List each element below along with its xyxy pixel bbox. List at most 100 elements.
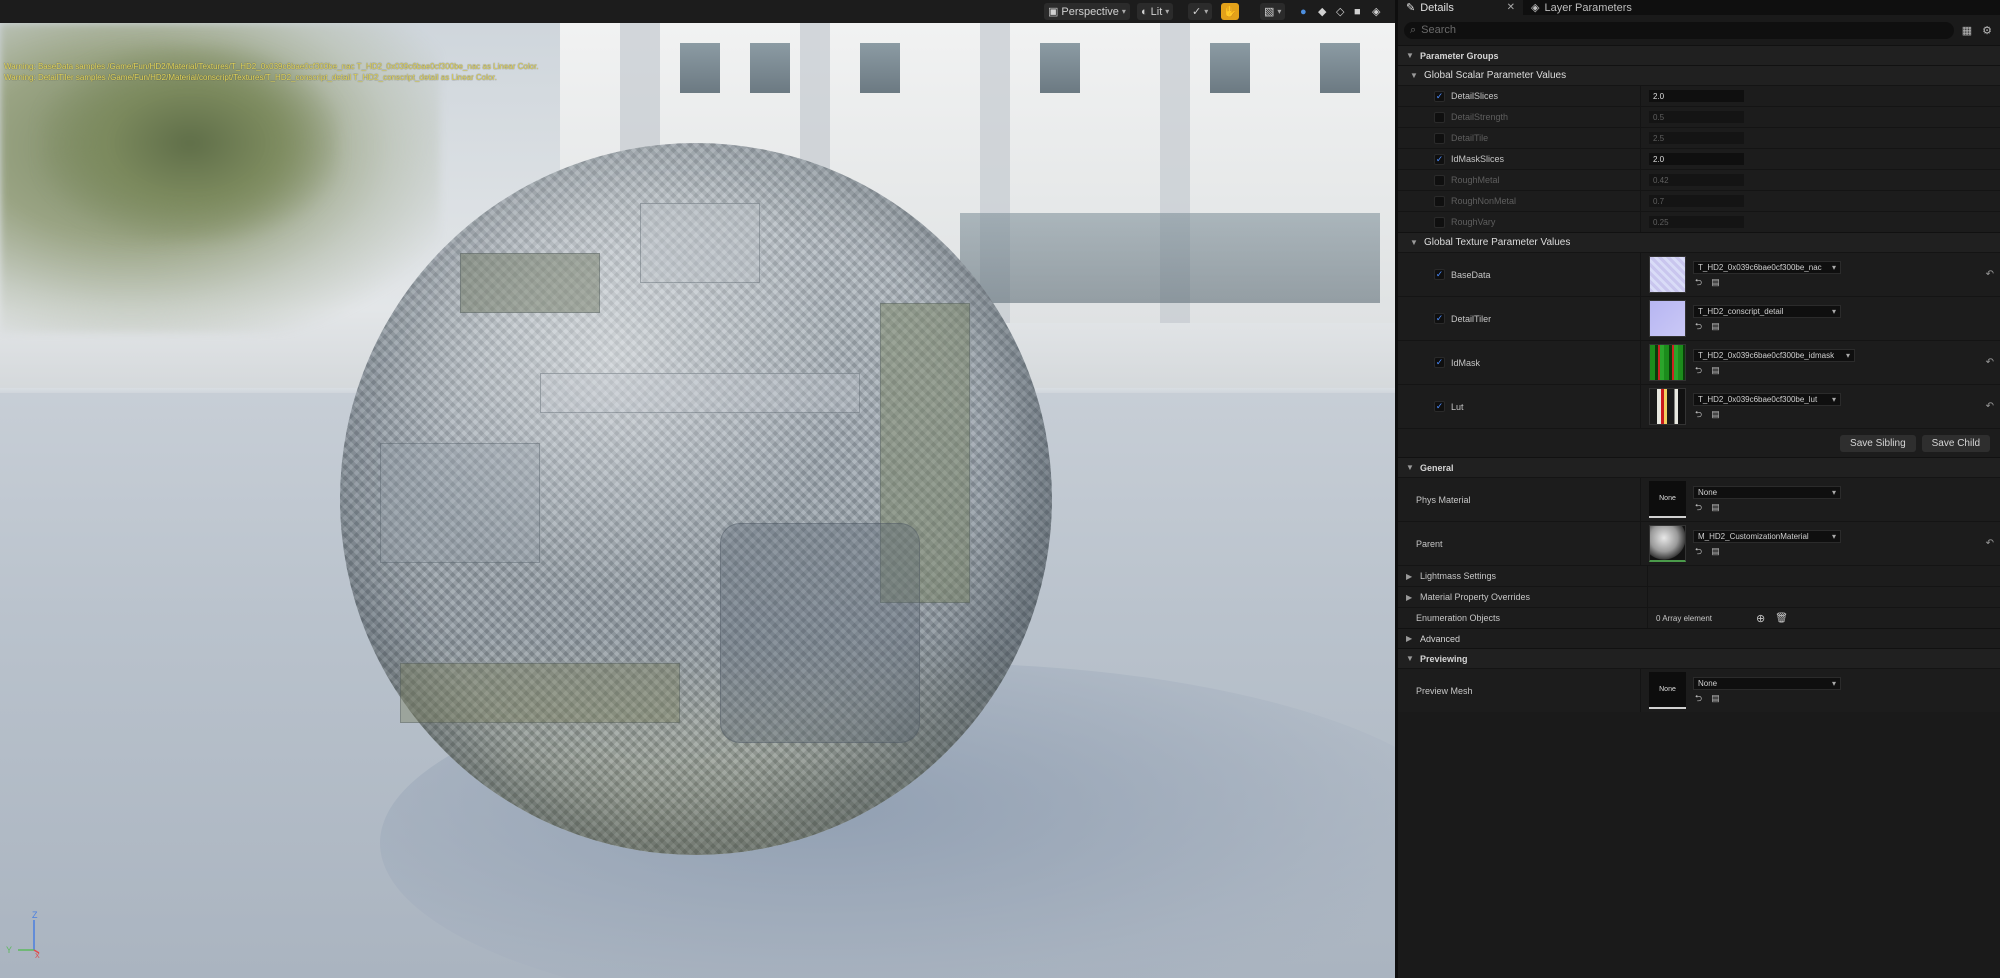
scalar-value-input[interactable]: 0.42 [1649,174,1744,186]
previewing-header[interactable]: ▼ Previewing [1398,648,2000,668]
search-row: ⌕ Search ▦ ⚙ [1398,19,2000,41]
enable-checkbox[interactable]: ✓ [1434,401,1445,412]
enumeration-value: 0 Array element [1656,613,1713,623]
general-header[interactable]: ▼ General [1398,457,2000,477]
scalar-value-input[interactable]: 0.7 [1649,195,1744,207]
param-name: DetailTile [1451,133,1489,143]
add-element-icon[interactable]: ⊕ [1756,612,1765,625]
asset-dropdown[interactable]: T_HD2_0x039c6bae0cf300be_lut ▾ [1693,393,1841,406]
search-input[interactable]: ⌕ Search [1404,21,1954,39]
preview-mesh-button[interactable]: ◈ [1368,3,1384,20]
pencil-icon: ✎ [1406,2,1416,14]
asset-dropdown[interactable]: T_HD2_0x039c6bae0cf300be_idmask ▾ [1693,349,1855,362]
enable-checkbox[interactable]: ✓ [1434,313,1445,324]
reset-to-default-icon[interactable]: ↶ [1986,269,1994,280]
enable-checkbox[interactable]: ✓ [1434,195,1445,207]
checkmark-icon: ✓ [1192,6,1202,18]
texture-thumbnail[interactable] [1649,388,1686,425]
texture-params-title: Global Texture Parameter Values [1424,237,1571,248]
cube-icon: ■ [1354,5,1361,18]
texture-thumbnail[interactable] [1649,300,1686,337]
texture-params-header[interactable]: ▼ Global Texture Parameter Values [1398,232,2000,252]
table-icon: ▦ [1961,24,1973,37]
scalar-value-input[interactable]: 2.0 [1649,153,1744,165]
reset-to-default-icon[interactable]: ↶ [1986,357,1994,368]
parent-material-thumbnail[interactable] [1649,525,1686,562]
collapse-triangle-icon: ▼ [1406,51,1414,60]
preview-background-dropdown[interactable]: ▧ ▾ [1260,3,1286,20]
texture-thumbnail[interactable] [1649,256,1686,293]
preview-cube-button[interactable]: ■ [1350,3,1365,20]
asset-dropdown[interactable]: T_HD2_conscript_detail ▾ [1693,305,1841,318]
viewport[interactable]: ▣ Perspective ▾ ◐ Lit ▾ ✓ ▾ ✋ ▧ ▾ ● ◆ ◇ [0,0,1395,978]
enable-checkbox[interactable]: ✓ [1434,111,1445,123]
show-flags-dropdown[interactable]: ✓ ▾ [1188,3,1213,20]
scalar-value-input[interactable]: 2.5 [1649,132,1744,144]
browse-folder-icon[interactable]: ▤ [1710,277,1721,288]
enable-checkbox[interactable]: ✓ [1434,90,1445,102]
asset-dropdown[interactable]: T_HD2_0x039c6bae0cf300be_nac ▾ [1693,261,1841,274]
use-selected-icon[interactable]: ⮌ [1693,365,1704,376]
use-selected-icon[interactable]: ⮌ [1693,502,1704,513]
use-selected-icon[interactable]: ⮌ [1693,277,1704,288]
enable-checkbox[interactable]: ✓ [1434,153,1445,165]
advanced-header[interactable]: ▶ Advanced [1398,628,2000,648]
phys-material-thumbnail[interactable]: None [1649,481,1686,518]
preview-cylinder-button[interactable]: ◆ [1314,3,1330,20]
param-name: IdMaskSlices [1451,154,1505,164]
preview-mesh-row: Preview Mesh None None ▾ ⮌ ▤ [1398,668,2000,712]
realtime-toggle-button[interactable]: ✋ [1221,3,1239,20]
lightmass-settings-row[interactable]: ▶ Lightmass Settings [1398,565,2000,586]
settings-button[interactable]: ⚙ [1980,23,1994,37]
overrides-label: Material Property Overrides [1420,592,1531,602]
trash-icon[interactable]: 🗑 [1775,613,1788,624]
table-view-button[interactable]: ▦ [1960,23,1974,37]
chevron-down-icon: ▾ [1277,7,1282,16]
phys-material-dropdown[interactable]: None ▾ [1693,486,1841,499]
scalar-value-input[interactable]: 0.5 [1649,111,1744,123]
browse-folder-icon[interactable]: ▤ [1710,546,1721,557]
material-property-overrides-row[interactable]: ▶ Material Property Overrides [1398,586,2000,607]
scalar-value-input[interactable]: 2.0 [1649,90,1744,102]
use-selected-icon[interactable]: ⮌ [1693,409,1704,420]
use-selected-icon[interactable]: ⮌ [1693,693,1704,704]
reset-to-default-icon[interactable]: ↶ [1986,538,1994,549]
perspective-dropdown[interactable]: ▣ Perspective ▾ [1044,3,1130,20]
use-selected-icon[interactable]: ⮌ [1693,321,1704,332]
enable-checkbox[interactable]: ✓ [1434,174,1445,186]
enable-checkbox[interactable]: ✓ [1434,357,1445,368]
scalar-value-input[interactable]: 0.25 [1649,216,1744,228]
view-mode-dropdown[interactable]: ◐ Lit ▾ [1137,3,1174,20]
chevron-down-icon: ▾ [1831,679,1836,688]
browse-folder-icon[interactable]: ▤ [1710,321,1721,332]
chevron-down-icon: ▾ [1831,307,1836,316]
scalar-params-header[interactable]: ▼ Global Scalar Parameter Values [1398,65,2000,85]
image-icon: ▧ [1264,6,1275,18]
enable-checkbox[interactable]: ✓ [1434,132,1445,144]
browse-folder-icon[interactable]: ▤ [1710,365,1721,376]
browse-folder-icon[interactable]: ▤ [1710,502,1721,513]
preview-mesh-dropdown[interactable]: None ▾ [1693,677,1841,690]
texture-thumbnail[interactable] [1649,344,1686,381]
chevron-down-icon: ▾ [1165,7,1170,16]
preview-mesh-thumbnail[interactable]: None [1649,672,1686,709]
use-selected-icon[interactable]: ⮌ [1693,546,1704,557]
save-child-button[interactable]: Save Child [1921,434,1990,452]
preview-plane-button[interactable]: ◇ [1332,3,1348,20]
enumeration-label: Enumeration Objects [1416,613,1501,623]
parameter-groups-header[interactable]: ▼ Parameter Groups [1398,45,2000,65]
browse-folder-icon[interactable]: ▤ [1710,409,1721,420]
parent-dropdown[interactable]: M_HD2_CustomizationMaterial ▾ [1693,530,1841,543]
preview-sphere-button[interactable]: ● [1296,3,1311,20]
reset-to-default-icon[interactable]: ↶ [1986,401,1994,412]
save-sibling-button[interactable]: Save Sibling [1840,434,1916,452]
tab-layer-parameters[interactable]: ◈ Layer Parameters [1523,0,1640,15]
scalar-row-rough-vary: ✓ RoughVary 0.25 [1398,211,2000,232]
tab-details[interactable]: ✎ Details ✕ [1398,0,1523,15]
enable-checkbox[interactable]: ✓ [1434,216,1445,228]
tab-layer-parameters-label: Layer Parameters [1544,1,1632,14]
chevron-down-icon: ▾ [1204,7,1209,16]
close-icon[interactable]: ✕ [1507,2,1515,13]
browse-folder-icon[interactable]: ▤ [1710,693,1721,704]
enable-checkbox[interactable]: ✓ [1434,269,1445,280]
